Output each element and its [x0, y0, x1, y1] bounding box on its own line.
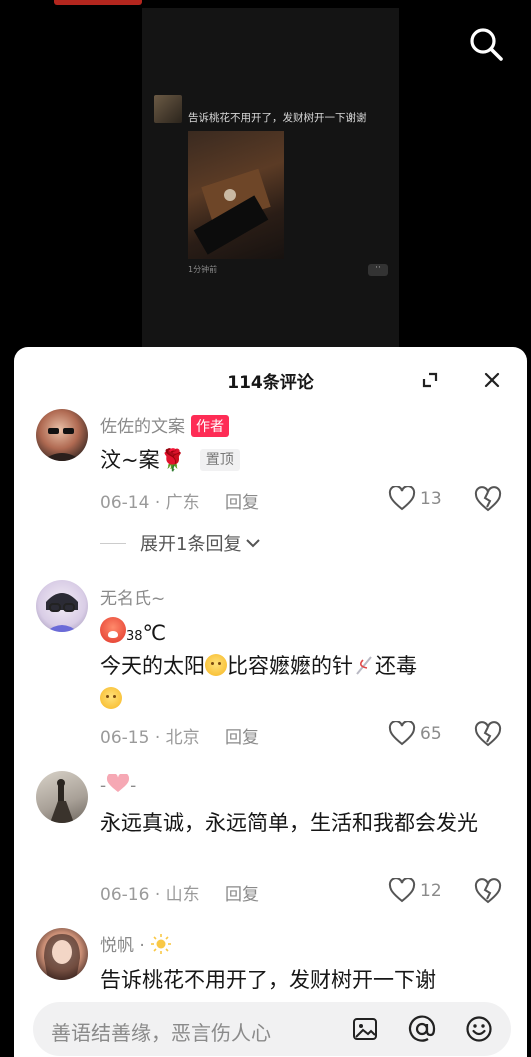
- comment-text: 告诉桃花不用开了，发财树开一下谢: [100, 968, 436, 992]
- comment-count-title: 114条评论: [227, 373, 314, 393]
- expand-replies-label: 展开1条回复: [140, 534, 242, 555]
- sheet-header: 114条评论: [14, 347, 527, 409]
- heart-icon: [388, 878, 416, 903]
- hot-face-emoji: [100, 617, 126, 643]
- like-count: 12: [420, 881, 442, 901]
- comment-input-bar: 善语结善缘，恶言伤人心: [14, 1000, 527, 1057]
- comment-text-line-3: [100, 682, 500, 716]
- post-caption: 告诉桃花不用开了，发财树开一下谢谢: [188, 112, 367, 124]
- meta-separator: ·: [139, 936, 145, 956]
- close-icon[interactable]: [480, 368, 504, 392]
- avatar[interactable]: [36, 928, 88, 980]
- comment-date: 06-14: [100, 493, 150, 513]
- comment-date: 06-15: [100, 728, 150, 748]
- comment-text: 永远真诚，永远简单，生活和我都会发光: [100, 811, 478, 835]
- comment-text: 汶~案🌹: [100, 448, 186, 472]
- avatar[interactable]: [36, 409, 88, 461]
- post-photo: [188, 131, 284, 259]
- comment-meta: 06-15 · 北京 回复: [100, 723, 259, 748]
- avatar[interactable]: [36, 771, 88, 823]
- comment-date: 06-16: [100, 885, 150, 905]
- comment-meta: 06-16 · 山东 回复: [100, 880, 259, 905]
- username-text[interactable]: -: [130, 776, 136, 796]
- comment-text-row: 汶~案🌹 置顶: [100, 443, 500, 477]
- input-placeholder: 善语结善缘，恶言伤人心: [51, 1021, 271, 1045]
- post-more-icon: ··: [368, 264, 388, 276]
- emoji-icon[interactable]: [465, 1015, 493, 1043]
- sun-emoji: [100, 687, 122, 709]
- temperature-value: 38: [126, 629, 143, 644]
- comment-sheet: 114条评论 佐佐的文案作者 汶~案🌹 置顶 06-14 · 广东 回复 13: [14, 347, 527, 1057]
- comment-location: 广东: [165, 493, 200, 513]
- comment-username[interactable]: 佐佐的文案 作者: [100, 412, 229, 437]
- dislike-icon[interactable]: [474, 878, 502, 906]
- heart-icon: [388, 486, 416, 511]
- comment-username[interactable]: --: [100, 772, 136, 796]
- post-screenshot: 告诉桃花不用开了，发财树开一下谢谢 1分钟前 ··: [142, 8, 399, 348]
- comment-location: 北京: [165, 728, 200, 748]
- like-button[interactable]: 12: [388, 878, 442, 904]
- comment-text-part: 比容嬷嬷的针: [227, 654, 353, 678]
- search-icon[interactable]: [466, 24, 506, 64]
- pinned-badge: 置顶: [199, 449, 240, 471]
- chevron-down-icon: [246, 539, 261, 548]
- comment-input[interactable]: 善语结善缘，恶言伤人心: [33, 1002, 511, 1056]
- like-count: 65: [420, 724, 442, 744]
- expand-icon[interactable]: [419, 369, 441, 391]
- temperature-unit: ℃: [142, 621, 167, 645]
- sun-emoji: [205, 654, 227, 676]
- like-count: 13: [420, 489, 442, 509]
- needle-emoji: [356, 656, 372, 675]
- reply-button[interactable]: 回复: [225, 493, 259, 513]
- sun-icon: [151, 934, 172, 954]
- meta-separator: ·: [154, 728, 161, 748]
- expand-replies-button[interactable]: 展开1条回复: [100, 530, 262, 556]
- comment-username[interactable]: 无名氏~: [100, 584, 165, 609]
- avatar[interactable]: [36, 580, 88, 632]
- image-icon[interactable]: [351, 1015, 379, 1043]
- comment-text-part: 还毒: [375, 654, 417, 678]
- post-avatar: [154, 95, 182, 123]
- author-badge: 作者: [191, 415, 229, 437]
- mention-icon[interactable]: [408, 1015, 436, 1043]
- post-time: 1分钟前: [188, 265, 218, 274]
- video-area[interactable]: 告诉桃花不用开了，发财树开一下谢谢 1分钟前 ··: [0, 0, 531, 360]
- meta-separator: ·: [154, 493, 161, 513]
- comment-meta: 06-14 · 广东 回复: [100, 488, 259, 513]
- expand-divider: [100, 542, 126, 544]
- username-text[interactable]: 佐佐的文案: [100, 417, 185, 437]
- like-button[interactable]: 13: [388, 486, 442, 512]
- heart-icon: [388, 721, 416, 746]
- dislike-icon[interactable]: [474, 486, 502, 514]
- progress-indicator: [54, 0, 142, 5]
- pink-heart-icon: [107, 772, 130, 792]
- reply-button[interactable]: 回复: [225, 728, 259, 748]
- username-text[interactable]: 悦帆: [100, 936, 134, 956]
- comment-text-part: 今天的太阳: [100, 654, 205, 678]
- reply-button[interactable]: 回复: [225, 885, 259, 905]
- comment-text-line-2: 今天的太阳 比容嬷嬷的针 还毒: [100, 649, 500, 683]
- dislike-icon[interactable]: [474, 721, 502, 749]
- comment-location: 山东: [165, 885, 200, 905]
- meta-separator: ·: [154, 885, 161, 905]
- comment-username[interactable]: 悦帆 ·: [100, 931, 172, 956]
- like-button[interactable]: 65: [388, 721, 442, 747]
